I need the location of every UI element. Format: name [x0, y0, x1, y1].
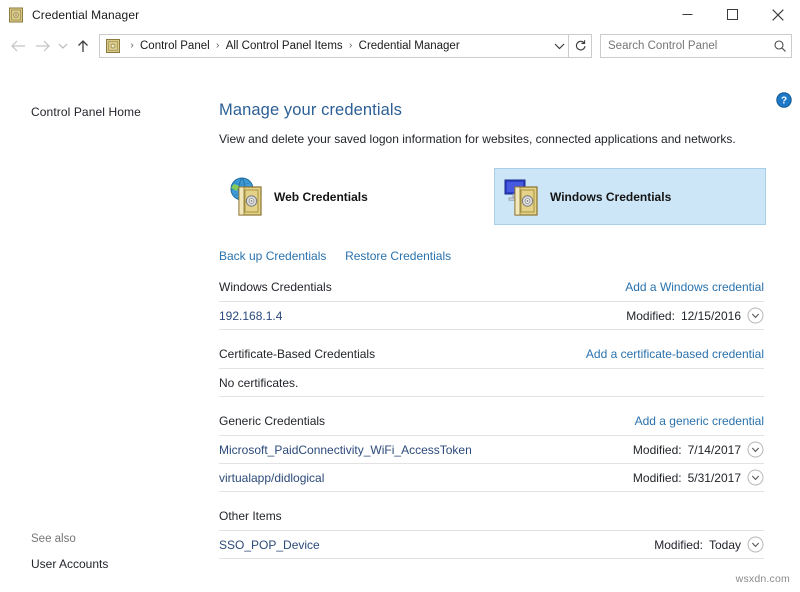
row-meta: Modified: Today [654, 536, 764, 553]
breadcrumb-all-control-panel-items[interactable]: All Control Panel Items [225, 40, 344, 52]
credential-actions: Back up Credentials Restore Credentials [207, 249, 800, 263]
table-row[interactable]: 192.168.1.4 Modified: 12/15/2016 [219, 302, 764, 329]
credential-name[interactable]: 192.168.1.4 [219, 309, 282, 323]
title-bar: Credential Manager [0, 0, 800, 30]
section-generic-credentials: Generic Credentials Add a generic creden… [207, 414, 800, 492]
section-title: Certificate-Based Credentials [219, 347, 376, 361]
monitor-vault-icon [500, 173, 548, 221]
row-meta: Modified: 12/15/2016 [626, 307, 764, 324]
expand-chevron-down-icon[interactable] [747, 441, 764, 458]
add-a-certificate-based-credential-link[interactable]: Add a certificate-based credential [586, 347, 764, 361]
section-title: Other Items [219, 509, 282, 523]
refresh-button[interactable] [569, 33, 592, 58]
back-up-credentials-link[interactable]: Back up Credentials [219, 249, 326, 263]
sidebar-item-control-panel-home[interactable]: Control Panel Home [0, 105, 207, 119]
add-a-windows-credential-link[interactable]: Add a Windows credential [625, 280, 764, 294]
section-other-items: Other Items SSO_POP_Device Modified: Tod… [207, 509, 800, 559]
modified-date: 5/31/2017 [687, 470, 741, 485]
breadcrumb-separator: › [130, 39, 134, 51]
section-title: Generic Credentials [219, 414, 326, 428]
search-icon[interactable] [769, 39, 791, 53]
modified-date: 12/15/2016 [680, 308, 741, 323]
modified-label: Modified: [626, 308, 675, 323]
address-vault-icon [105, 38, 121, 54]
expand-chevron-down-icon[interactable] [747, 536, 764, 553]
expand-chevron-down-icon[interactable] [747, 469, 764, 486]
modified-label: Modified: [632, 442, 682, 457]
add-a-generic-credential-link[interactable]: Add a generic credential [635, 414, 764, 428]
navigation-bar: › Control Panel › All Control Panel Item… [0, 30, 800, 61]
credential-name[interactable]: SSO_POP_Device [219, 538, 320, 552]
breadcrumb-control-panel[interactable]: Control Panel [139, 40, 211, 52]
window-title: Credential Manager [32, 7, 140, 22]
section-header: Other Items [219, 509, 764, 530]
table-row[interactable]: virtualapp/didlogical Modified: 5/31/201… [219, 464, 764, 491]
row-meta: Modified: 7/14/2017 [633, 441, 764, 458]
minimize-button[interactable] [665, 0, 710, 29]
empty-state-text: No certificates. [219, 375, 299, 390]
credential-name[interactable]: virtualapp/didlogical [219, 471, 324, 485]
svg-text:?: ? [781, 96, 787, 107]
up-icon[interactable] [71, 34, 95, 58]
recent-locations-chevron-down-icon[interactable] [54, 34, 71, 58]
section-windows-credentials: Windows Credentials Add a Windows creden… [207, 280, 800, 330]
see-also-label: See also [31, 533, 76, 545]
credential-name[interactable]: Microsoft_PaidConnectivity_WiFi_AccessTo… [219, 443, 472, 457]
sidebar-item-user-accounts[interactable]: User Accounts [31, 557, 108, 571]
table-row[interactable]: Microsoft_PaidConnectivity_WiFi_AccessTo… [219, 436, 764, 463]
search-input[interactable]: Search Control Panel [601, 40, 769, 52]
tab-windows-credentials[interactable]: Windows Credentials [494, 168, 766, 225]
breadcrumb-credential-manager[interactable]: Credential Manager [358, 40, 461, 52]
section-certificate-based-credentials: Certificate-Based Credentials Add a cert… [207, 347, 800, 397]
address-chevron-down-icon[interactable] [550, 42, 568, 50]
maximize-button[interactable] [710, 0, 755, 29]
globe-vault-icon [224, 173, 272, 221]
forward-icon[interactable] [30, 34, 54, 58]
page-title: Manage your credentials [219, 101, 402, 119]
modified-date: Today [708, 537, 741, 552]
row-meta: Modified: 5/31/2017 [633, 469, 764, 486]
section-header: Windows Credentials Add a Windows creden… [219, 280, 764, 301]
help-icon[interactable]: ? [776, 92, 792, 108]
divider [219, 558, 764, 559]
page-subtitle: View and delete your saved logon informa… [219, 132, 736, 146]
tab-web-credentials-label: Web Credentials [274, 189, 368, 204]
modified-label: Modified: [654, 537, 703, 552]
expand-chevron-down-icon[interactable] [747, 307, 764, 324]
table-row[interactable]: SSO_POP_Device Modified: Today [219, 531, 764, 558]
close-button[interactable] [755, 0, 800, 29]
modified-label: Modified: [632, 470, 682, 485]
sidebar: Control Panel Home See also User Account… [0, 61, 207, 592]
breadcrumb-separator: › [216, 39, 220, 51]
restore-credentials-link[interactable]: Restore Credentials [345, 249, 451, 263]
window-body: Control Panel Home See also User Account… [0, 61, 800, 592]
section-header: Certificate-Based Credentials Add a cert… [219, 347, 764, 368]
window-controls [665, 0, 800, 29]
section-header: Generic Credentials Add a generic creden… [219, 414, 764, 435]
modified-date: 7/14/2017 [687, 442, 741, 457]
tab-windows-credentials-label: Windows Credentials [550, 189, 672, 204]
main-content: ? Manage your credentials View and delet… [207, 61, 800, 592]
credential-type-tabs: Web Credentials Windows Credentials [207, 168, 800, 225]
back-icon[interactable] [6, 34, 30, 58]
section-title: Windows Credentials [219, 280, 332, 294]
address-bar[interactable]: › Control Panel › All Control Panel Item… [99, 33, 569, 58]
search-box[interactable]: Search Control Panel [600, 33, 792, 58]
credential-vault-icon [8, 7, 24, 23]
breadcrumb-separator: › [348, 39, 353, 51]
watermark: wsxdn.com [735, 573, 790, 585]
tab-web-credentials[interactable]: Web Credentials [219, 168, 491, 225]
